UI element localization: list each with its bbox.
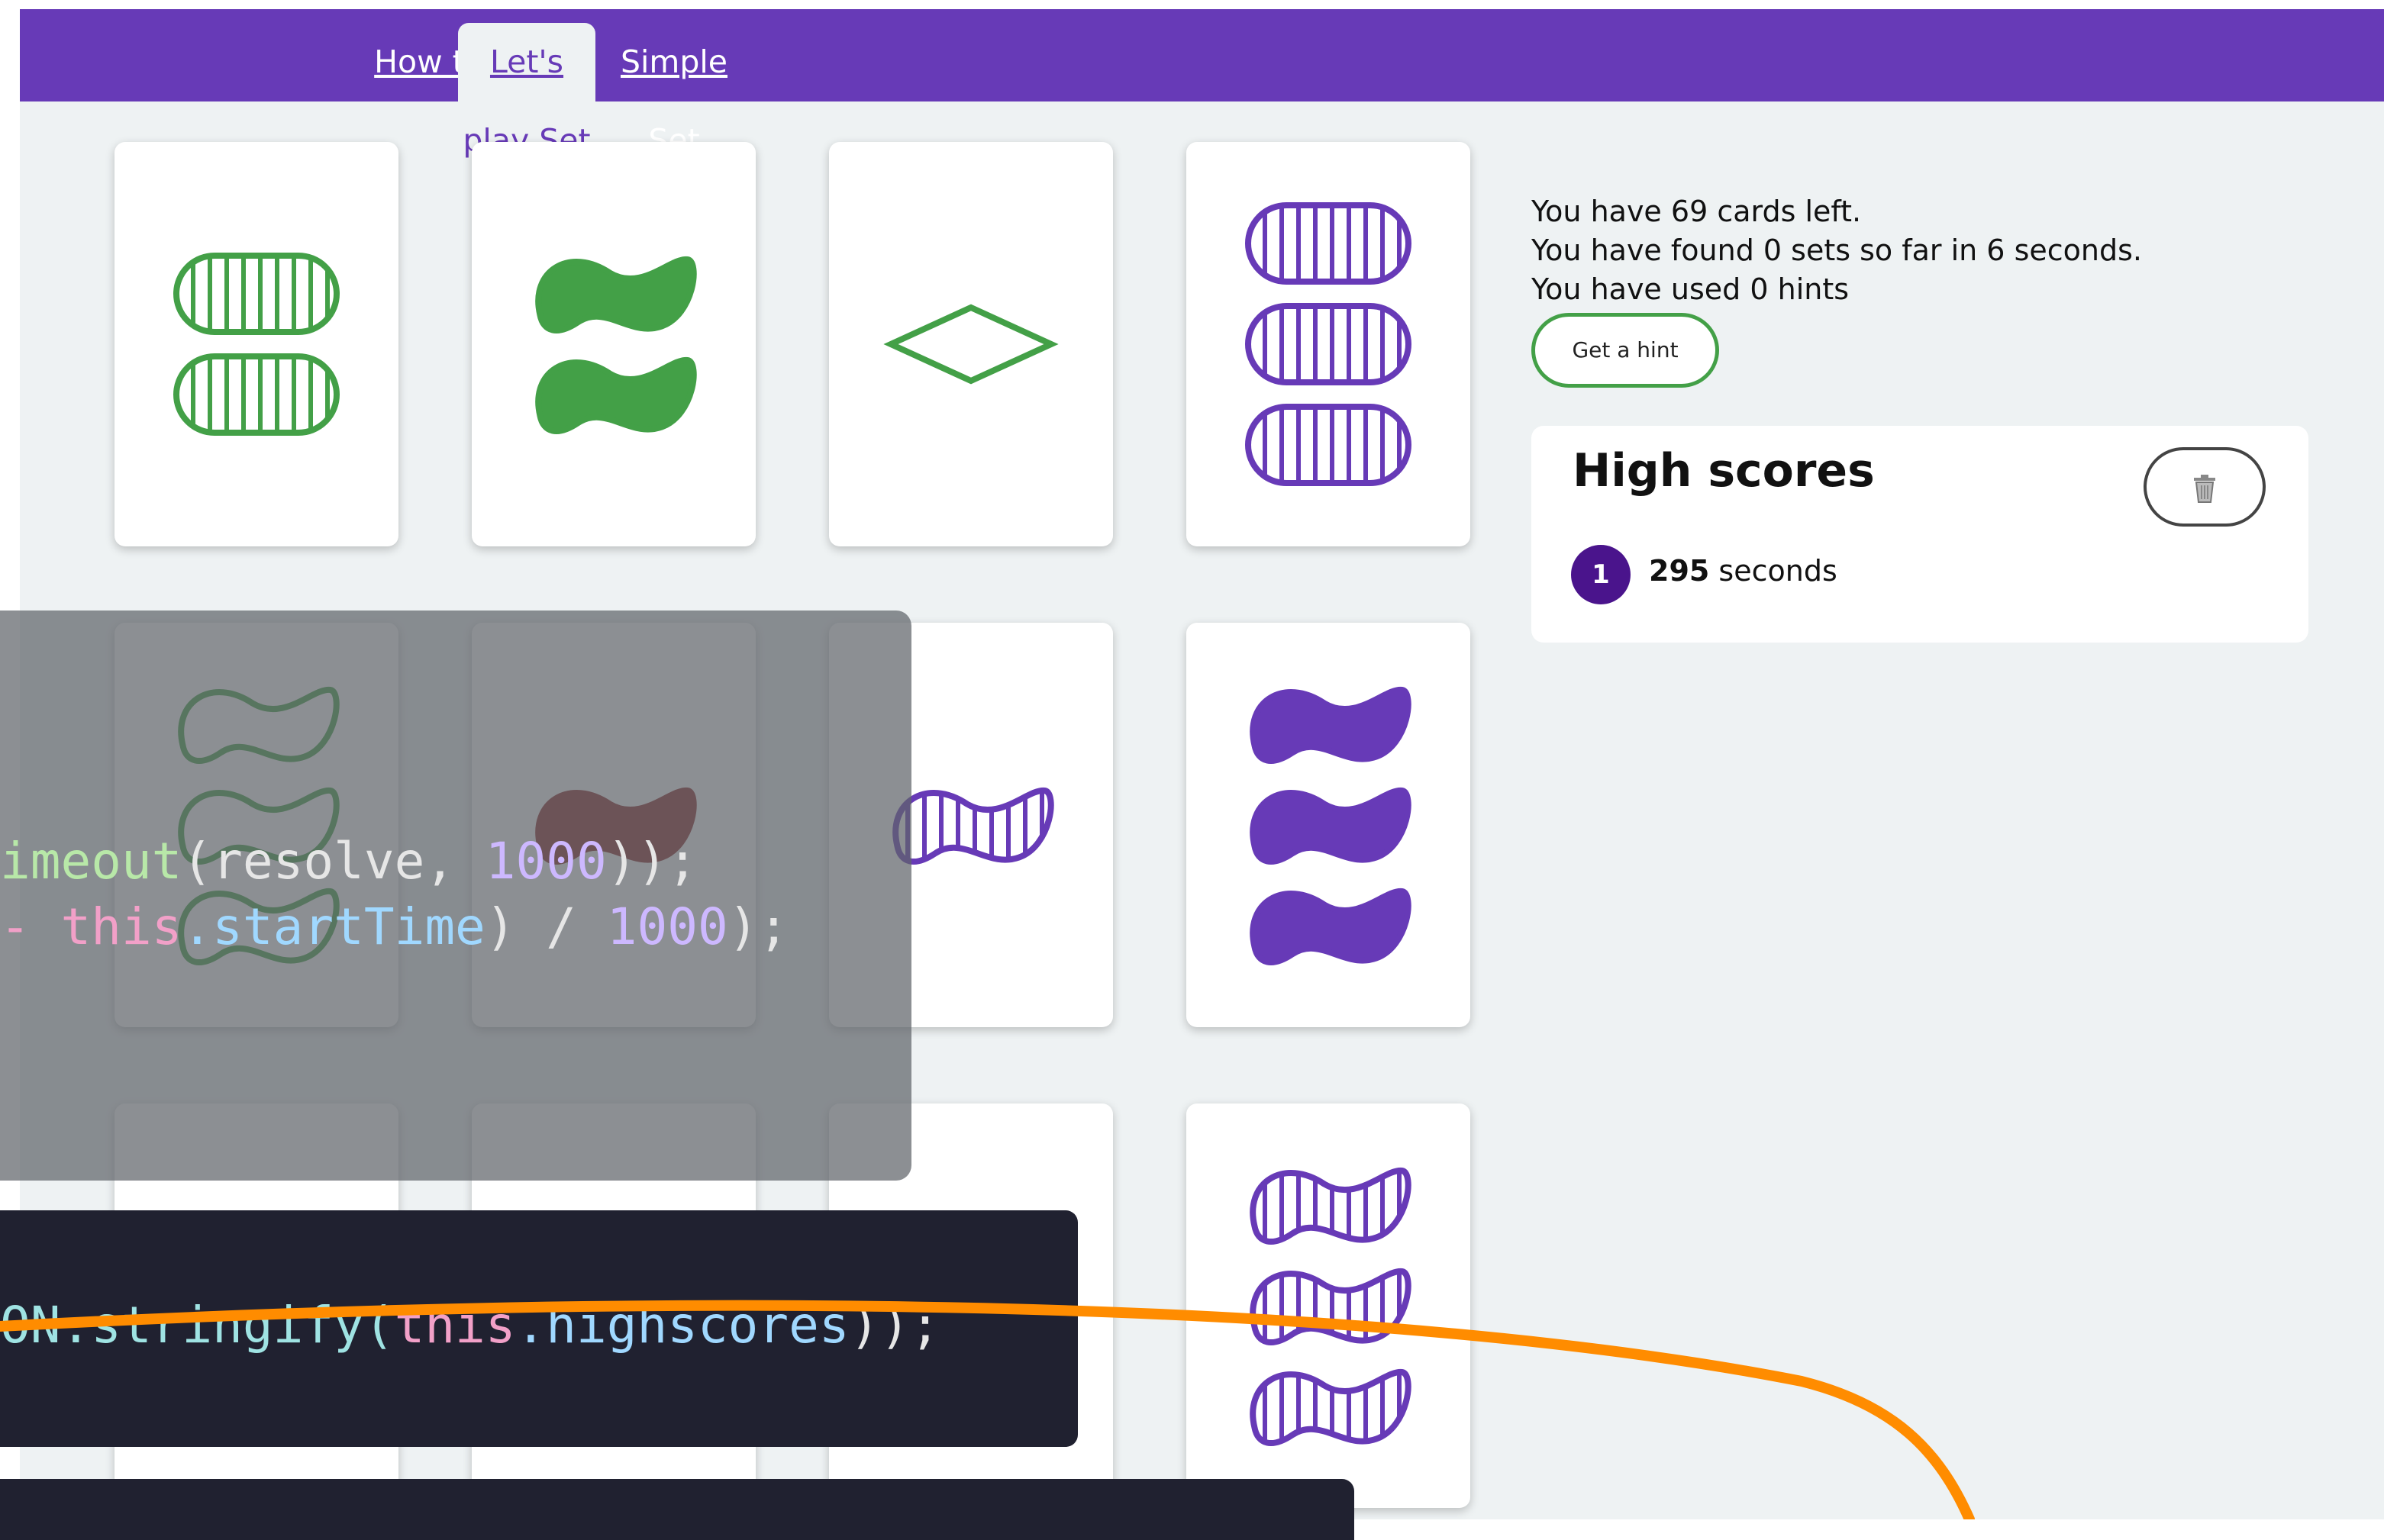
annotation-curve [0,1300,1975,1519]
